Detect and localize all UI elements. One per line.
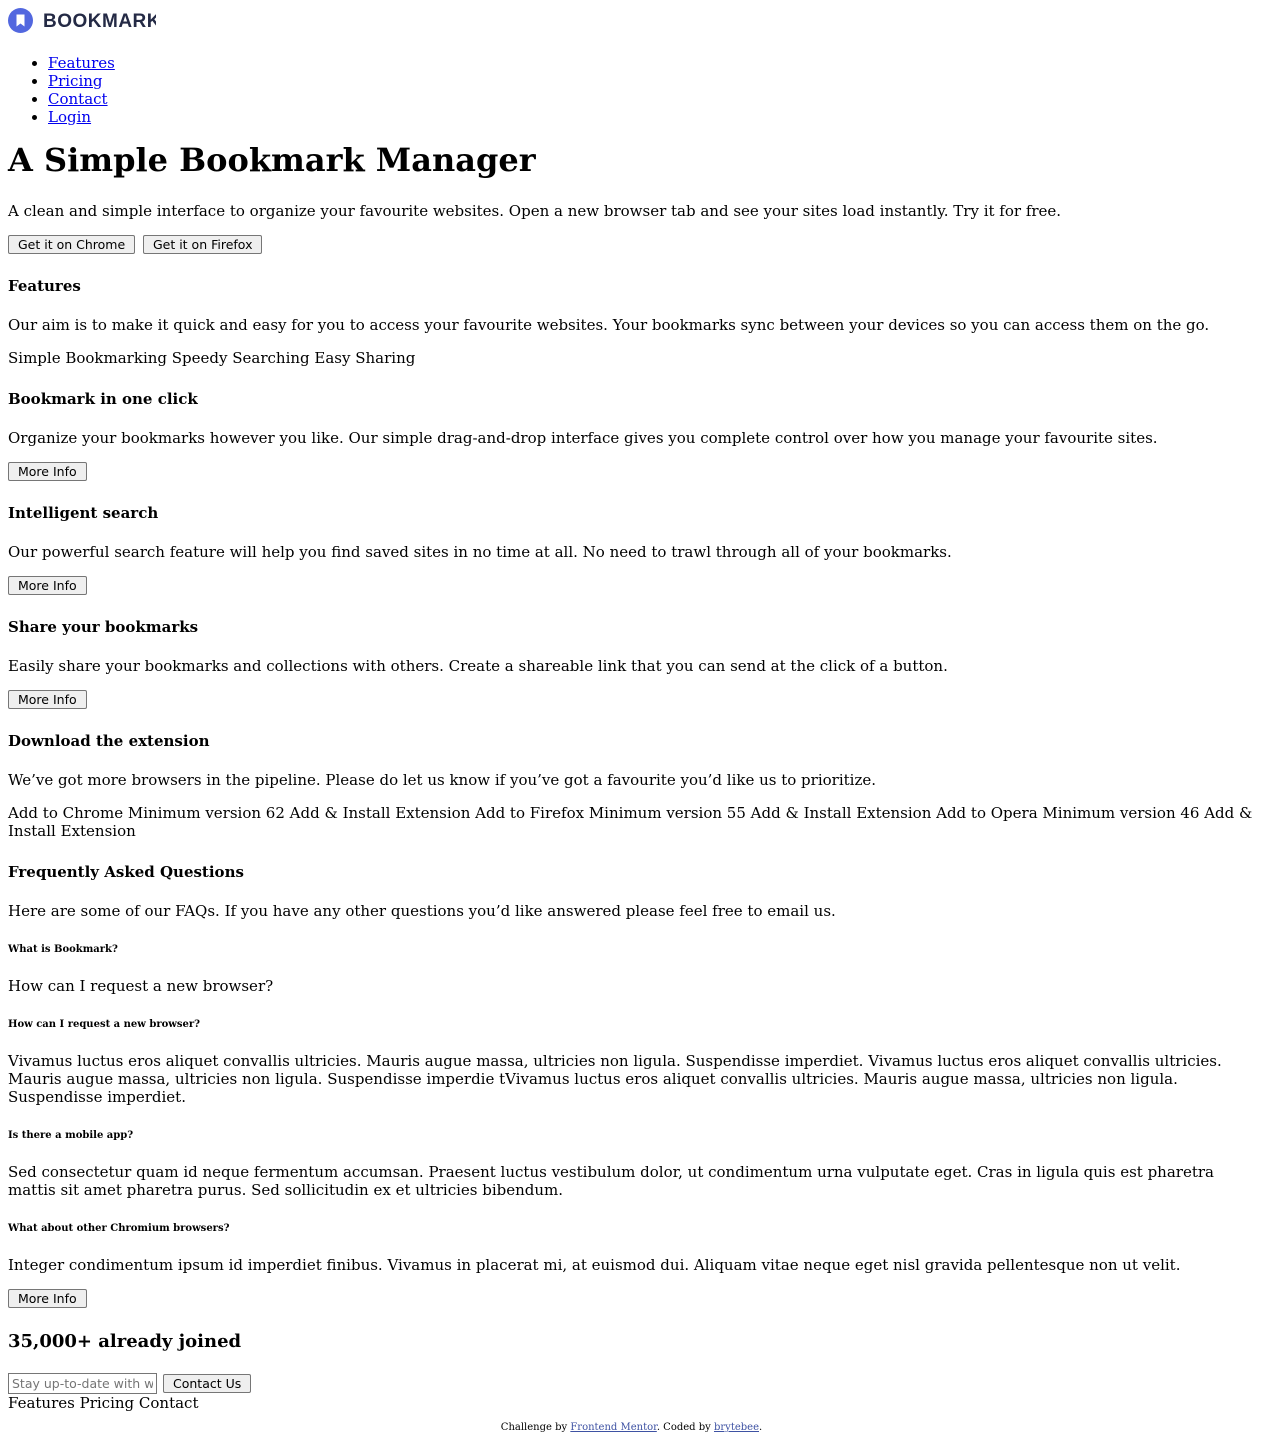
hero-text: A clean and simple interface to organize… bbox=[8, 202, 1062, 220]
more-info-button[interactable]: More Info bbox=[8, 690, 87, 709]
feature-text-bookmark: Organize your bookmarks however you like… bbox=[8, 429, 1158, 447]
faq-question-3[interactable]: Is there a mobile app? bbox=[8, 1130, 1255, 1142]
feature-text-share: Easily share your bookmarks and collecti… bbox=[8, 657, 948, 675]
feature-buttons-search: More Info bbox=[8, 576, 1255, 595]
faq-text: Here are some of our FAQs. If you have a… bbox=[8, 902, 836, 920]
download-extensions[interactable]: Add to Chrome Minimum version 62 Add & I… bbox=[8, 804, 1255, 840]
faq-question-4[interactable]: What about other Chromium browsers? bbox=[8, 1223, 1255, 1235]
main-nav: Features Pricing Contact Login bbox=[8, 54, 1255, 126]
feature-title-bookmark: Bookmark in one click bbox=[8, 390, 198, 408]
faq-answer-4: Integer condimentum ipsum id imperdiet f… bbox=[8, 1256, 1181, 1274]
brand-name: BOOKMARK bbox=[43, 11, 156, 32]
contact-us-button[interactable]: Contact Us bbox=[163, 1374, 252, 1393]
features-tabs[interactable]: Simple Bookmarking Speedy Searching Easy… bbox=[8, 349, 1255, 367]
hero-buttons: Get it on Chrome Get it on Firefox bbox=[8, 235, 1255, 254]
more-info-button[interactable]: More Info bbox=[8, 462, 87, 481]
faq-more-info-button[interactable]: More Info bbox=[8, 1289, 87, 1308]
faq-question-1[interactable]: What is Bookmark? bbox=[8, 944, 1255, 956]
attribution-prefix: Challenge by bbox=[500, 1422, 571, 1433]
frontend-mentor-link[interactable]: Frontend Mentor bbox=[570, 1422, 656, 1433]
feature-text-search: Our powerful search feature will help yo… bbox=[8, 543, 952, 561]
firefox-button[interactable]: Get it on Firefox bbox=[142, 235, 263, 254]
feature-buttons-share: More Info bbox=[8, 690, 1255, 709]
faq-answer-1: How can I request a new browser? bbox=[8, 977, 274, 995]
attribution-suffix: . bbox=[759, 1422, 763, 1433]
attribution-coded-by: . Coded by bbox=[656, 1422, 714, 1433]
feature-title-share: Share your bookmarks bbox=[8, 618, 199, 636]
bookmark-logo-icon: BOOKMARK bbox=[8, 7, 156, 33]
more-info-button[interactable]: More Info bbox=[8, 576, 87, 595]
nav-item-pricing: Pricing bbox=[48, 72, 1255, 90]
chrome-button[interactable]: Get it on Chrome bbox=[8, 235, 136, 254]
feature-title-search: Intelligent search bbox=[8, 504, 159, 522]
footer-nav[interactable]: Features Pricing Contact bbox=[8, 1394, 1255, 1412]
author-link[interactable]: brytebee bbox=[714, 1422, 759, 1433]
nav-link-features[interactable]: Features bbox=[48, 54, 115, 72]
download-title: Download the extension bbox=[8, 732, 210, 750]
nav-item-login: Login bbox=[48, 108, 1255, 126]
signup-form: Contact Us bbox=[8, 1373, 1255, 1394]
nav-link-login[interactable]: Login bbox=[48, 108, 91, 126]
features-text: Our aim is to make it quick and easy for… bbox=[8, 316, 1210, 334]
feature-buttons-bookmark: More Info bbox=[8, 462, 1255, 481]
nav-item-features: Features bbox=[48, 54, 1255, 72]
nav-link-contact[interactable]: Contact bbox=[48, 90, 108, 108]
nav-item-contact: Contact bbox=[48, 90, 1255, 108]
attribution: Challenge by Frontend Mentor. Coded by b… bbox=[8, 1422, 1255, 1434]
faq-title: Frequently Asked Questions bbox=[8, 863, 244, 881]
faq-buttons: More Info bbox=[8, 1289, 1255, 1308]
signup-title: 35,000+ already joined bbox=[8, 1331, 242, 1352]
faq-answer-2: Vivamus luctus eros aliquet convallis ul… bbox=[8, 1052, 1222, 1106]
faq-answer-3: Sed consectetur quam id neque fermentum … bbox=[8, 1163, 1214, 1199]
download-text: We’ve got more browsers in the pipeline.… bbox=[8, 771, 876, 789]
features-title: Features bbox=[8, 277, 81, 295]
nav-link-pricing[interactable]: Pricing bbox=[48, 72, 103, 90]
faq-question-2[interactable]: How can I request a new browser? bbox=[8, 1019, 1255, 1031]
logo: BOOKMARK bbox=[8, 0, 1255, 40]
hero-title: A Simple Bookmark Manager bbox=[8, 141, 536, 179]
email-input[interactable] bbox=[8, 1373, 157, 1394]
